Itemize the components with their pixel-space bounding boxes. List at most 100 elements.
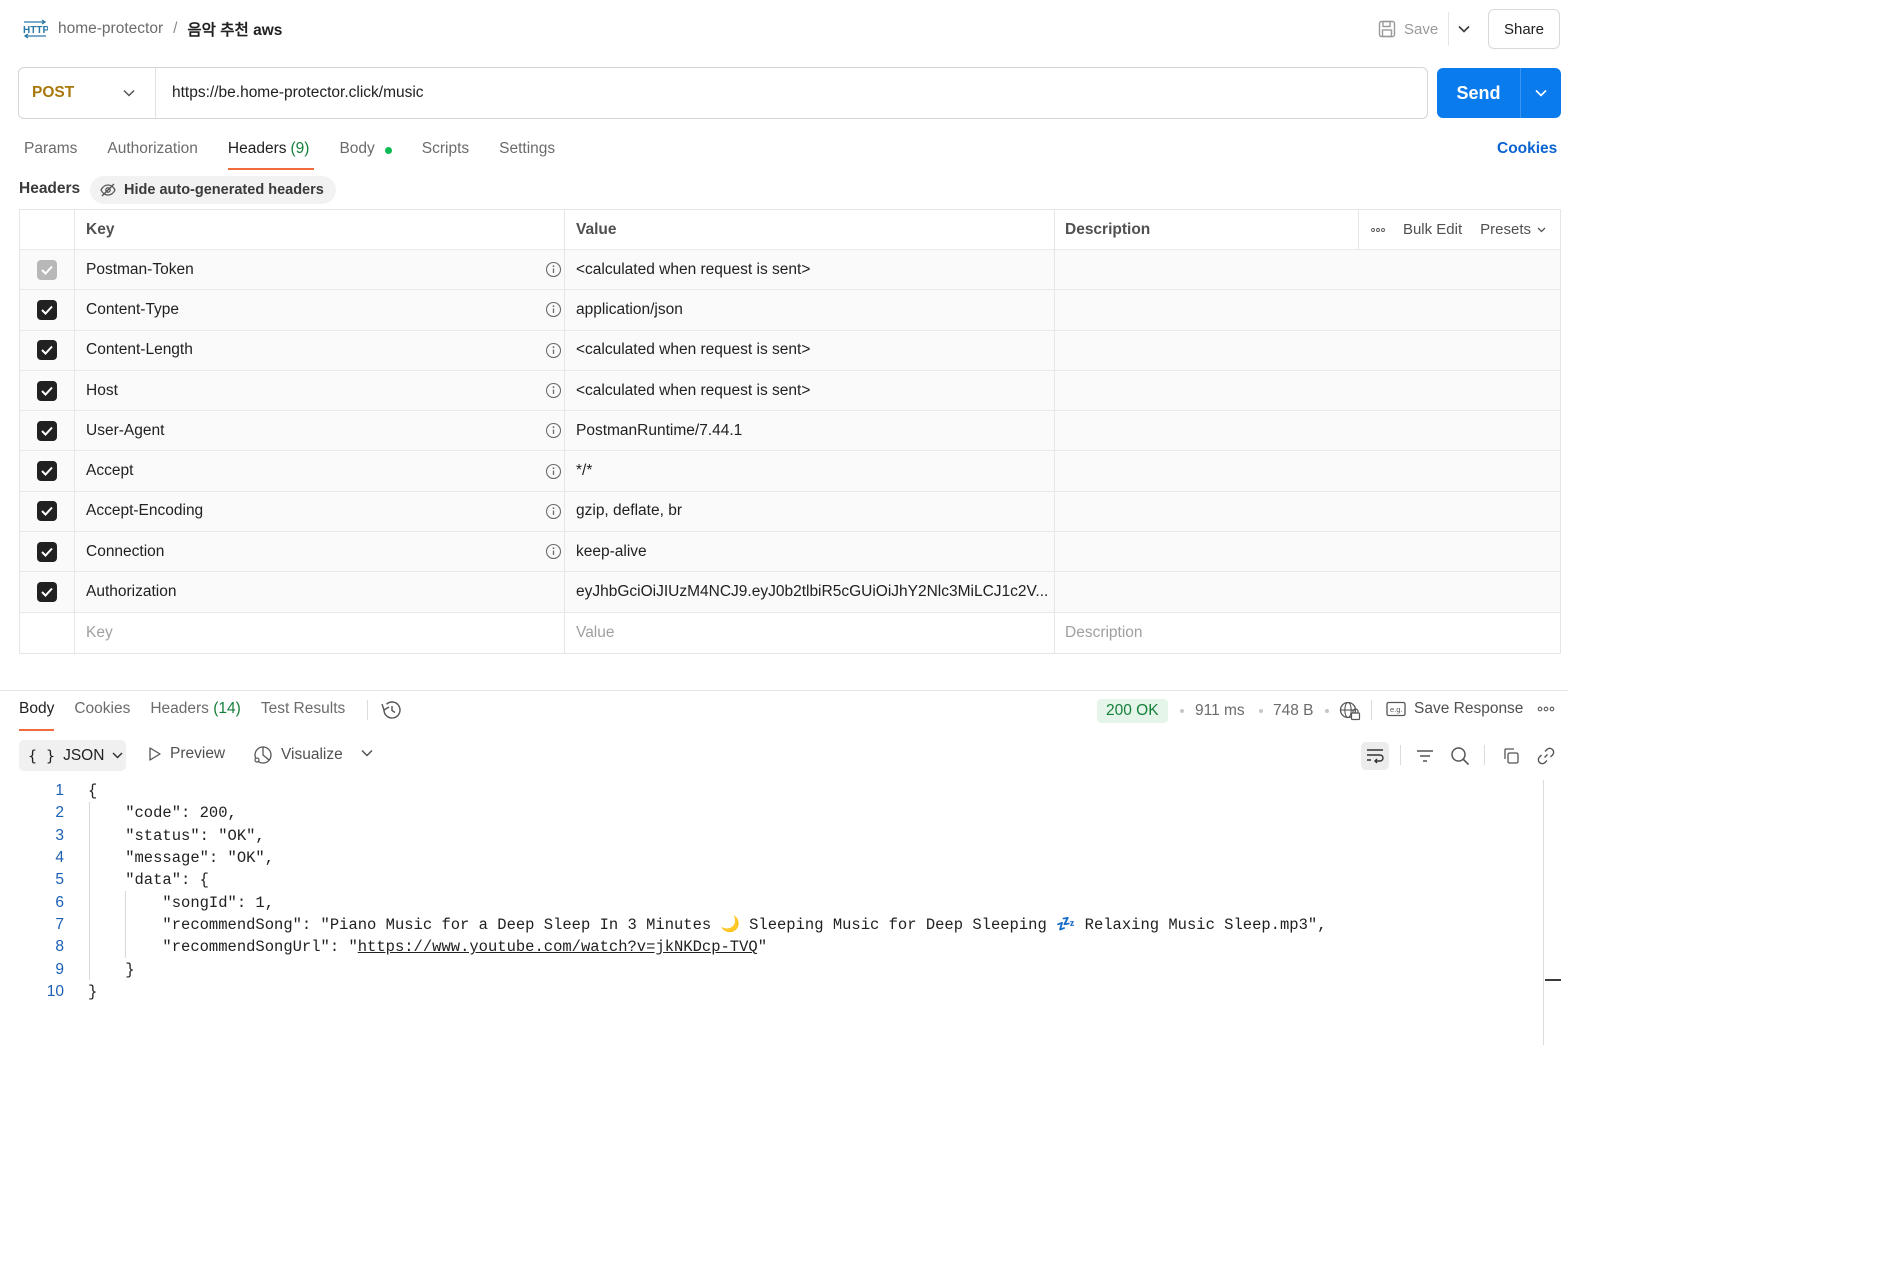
row-checkbox[interactable] — [20, 411, 75, 451]
key-cell[interactable]: Postman-Token — [75, 250, 565, 290]
info-icon[interactable] — [545, 422, 562, 439]
response-divider[interactable] — [0, 690, 1568, 691]
row-checkbox[interactable] — [20, 330, 75, 370]
save-options-button[interactable] — [1448, 12, 1478, 46]
tab-settings[interactable]: Settings — [499, 138, 555, 172]
value-cell[interactable]: keep-alive — [565, 532, 1055, 572]
key-text: Content-Type — [86, 300, 180, 318]
key-cell[interactable]: Authorization — [75, 572, 565, 612]
value-cell[interactable]: eyJhbGciOiJIUzM4NCJ9.eyJ0b2tlbiR5cGUiOiJ… — [565, 572, 1055, 612]
info-icon[interactable] — [545, 382, 562, 399]
tab-params[interactable]: Params — [24, 138, 77, 172]
description-cell[interactable] — [1055, 572, 1560, 611]
bulk-edit-button[interactable]: Bulk Edit — [1403, 221, 1462, 238]
song-url-link[interactable]: https://www.youtube.com/watch?v=jkNKDcp-… — [358, 938, 758, 956]
response-tab-headers[interactable]: Headers (14) — [150, 700, 240, 731]
key-cell[interactable]: Accept — [75, 451, 565, 491]
response-size[interactable]: 748 B — [1273, 702, 1314, 720]
wrap-lines-button[interactable] — [1361, 742, 1389, 770]
tab-headers[interactable]: Headers (9) — [227, 138, 314, 172]
description-cell[interactable] — [1055, 290, 1560, 329]
value-cell[interactable]: application/json — [565, 290, 1055, 330]
row-checkbox[interactable] — [20, 572, 75, 612]
tab-scripts[interactable]: Scripts — [422, 138, 469, 172]
history-icon[interactable] — [380, 700, 402, 720]
description-cell[interactable] — [1055, 250, 1560, 289]
description-cell[interactable] — [1055, 371, 1560, 410]
tab-label: Headers — [150, 700, 209, 717]
table-row: Postman-Token <calculated when request i… — [20, 250, 1560, 291]
row-checkbox[interactable] — [20, 250, 75, 290]
scrollbar-thumb[interactable] — [1545, 979, 1561, 981]
cookies-link[interactable]: Cookies — [1497, 140, 1557, 158]
response-tab-body[interactable]: Body — [19, 700, 55, 731]
row-checkbox[interactable] — [20, 451, 75, 491]
code-line: 6 "songId": 1, — [0, 891, 1540, 913]
request-name[interactable]: 음악 추천 aws — [187, 18, 282, 40]
format-select[interactable]: { } JSON — [19, 740, 126, 771]
description-cell[interactable] — [1055, 492, 1560, 531]
info-icon[interactable] — [545, 503, 562, 520]
description-cell[interactable] — [1055, 451, 1560, 490]
value-cell[interactable]: PostmanRuntime/7.44.1 — [565, 411, 1055, 451]
checkbox-column-header — [20, 210, 75, 249]
info-icon[interactable] — [545, 463, 562, 480]
info-icon[interactable] — [545, 543, 562, 560]
description-cell[interactable] — [1055, 532, 1560, 571]
response-time[interactable]: 911 ms — [1195, 702, 1245, 720]
save-response-button[interactable]: e.g. Save Response — [1386, 700, 1523, 718]
vertical-scrollbar[interactable] — [1543, 780, 1544, 1045]
value-cell[interactable]: <calculated when request is sent> — [565, 250, 1055, 290]
link-button[interactable] — [1532, 742, 1560, 770]
key-cell[interactable]: Connection — [75, 532, 565, 572]
tab-body[interactable]: Body — [339, 138, 392, 172]
save-button[interactable]: Save — [1372, 12, 1444, 46]
value-cell[interactable]: <calculated when request is sent> — [565, 370, 1055, 411]
tab-authorization[interactable]: Authorization — [107, 138, 197, 172]
preview-button[interactable]: Preview — [148, 745, 225, 763]
method-select[interactable]: POST — [19, 68, 156, 118]
key-cell[interactable]: User-Agent — [75, 411, 565, 451]
share-button[interactable]: Share — [1488, 9, 1560, 49]
info-icon[interactable] — [545, 342, 562, 359]
new-key-input[interactable]: Key — [75, 612, 565, 653]
new-description-input[interactable]: Description — [1055, 613, 1560, 653]
value-cell[interactable]: */* — [565, 451, 1055, 491]
presets-dropdown[interactable]: Presets — [1480, 221, 1546, 238]
response-body-viewer[interactable]: 1{ 2 "code": 200, 3 "status": "OK", 4 "m… — [0, 780, 1540, 1003]
key-cell[interactable]: Accept-Encoding — [75, 491, 565, 532]
key-cell[interactable]: Content-Length — [75, 330, 565, 370]
table-row: Accept-Encoding gzip, deflate, br — [20, 491, 1560, 533]
value-cell[interactable]: gzip, deflate, br — [565, 491, 1055, 532]
send-options-button[interactable] — [1520, 68, 1561, 118]
filter-button[interactable] — [1411, 742, 1439, 770]
status-badge[interactable]: 200 OK — [1097, 699, 1168, 723]
hide-auto-headers-button[interactable]: Hide auto-generated headers — [90, 176, 336, 204]
copy-button[interactable] — [1497, 742, 1525, 770]
key-cell[interactable]: Host — [75, 370, 565, 411]
info-icon[interactable] — [545, 261, 562, 278]
send-button[interactable]: Send — [1437, 68, 1520, 118]
new-value-input[interactable]: Value — [565, 612, 1055, 653]
info-icon[interactable] — [545, 301, 562, 318]
description-cell[interactable] — [1055, 411, 1560, 450]
description-cell[interactable] — [1055, 331, 1560, 370]
globe-lock-icon[interactable] — [1339, 701, 1361, 721]
line-number: 9 — [55, 960, 64, 978]
row-checkbox[interactable] — [20, 491, 75, 532]
response-tab-cookies[interactable]: Cookies — [74, 700, 130, 731]
breadcrumb-collection[interactable]: home-protector — [58, 20, 163, 38]
chevron-down-icon[interactable] — [361, 749, 373, 757]
search-button[interactable] — [1446, 742, 1474, 770]
more-icon[interactable] — [1537, 706, 1555, 712]
more-icon[interactable] — [1370, 227, 1385, 232]
visualize-icon — [253, 745, 273, 765]
row-checkbox[interactable] — [20, 370, 75, 411]
url-input[interactable]: https://be.home-protector.click/music — [156, 68, 1427, 118]
row-checkbox[interactable] — [20, 532, 75, 572]
key-cell[interactable]: Content-Type — [75, 290, 565, 330]
response-tab-test-results[interactable]: Test Results — [261, 700, 345, 731]
value-cell[interactable]: <calculated when request is sent> — [565, 330, 1055, 370]
visualize-button[interactable]: Visualize — [253, 745, 343, 765]
row-checkbox[interactable] — [20, 290, 75, 330]
